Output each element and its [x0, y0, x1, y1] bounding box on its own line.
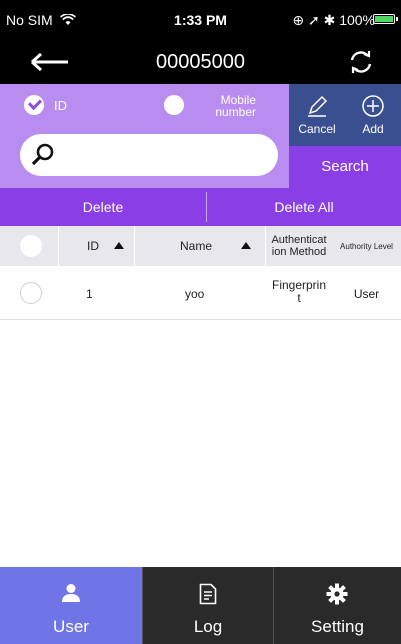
cancel-button[interactable]: Cancel — [289, 84, 345, 146]
tab-log-label: Log — [193, 617, 223, 636]
refresh-button[interactable] — [347, 48, 375, 76]
search-type-selector: ID Mobile number — [0, 84, 289, 126]
sort-arrow-icon — [114, 242, 124, 249]
radio-mobile-number[interactable] — [164, 95, 184, 115]
search-button[interactable]: Search — [289, 146, 401, 188]
column-header-authority-level[interactable]: Authority Level — [332, 226, 401, 266]
cancel-label: Cancel — [298, 122, 336, 136]
row-name: yoo — [185, 287, 205, 301]
column-id-label: ID — [87, 239, 99, 253]
plus-circle-icon — [362, 95, 384, 117]
battery-icon — [373, 14, 395, 24]
row-id: 1 — [86, 287, 93, 301]
screen: No SIM 1:33 PM ⊕ ➚ ✱ 100% 00005000 ID Mo… — [0, 0, 401, 644]
action-panel: Cancel Add — [289, 84, 401, 146]
row-authority-level: User — [353, 287, 380, 301]
column-name-label: Name — [180, 239, 213, 253]
delete-bar: Delete Delete All — [0, 188, 401, 226]
status-right: ⊕ ➚ ✱ 100% — [292, 12, 375, 29]
column-header-id[interactable]: ID — [59, 226, 134, 266]
tab-log[interactable]: Log — [143, 567, 273, 644]
bluetooth-icon: ✱ — [323, 12, 336, 28]
authority-level-header: Authority Level — [340, 242, 393, 251]
row-auth-method: Fingerprin t — [266, 279, 332, 305]
search-input[interactable] — [64, 142, 264, 168]
search-panel: ID Mobile number — [0, 84, 289, 188]
lock-rotation-icon: ⊕ — [292, 12, 305, 28]
tab-user[interactable]: User — [0, 567, 142, 644]
search-icon — [31, 143, 54, 166]
tab-setting-label: Setting — [311, 617, 364, 636]
document-icon — [199, 583, 217, 605]
tab-bar: User Log Setting — [0, 567, 401, 644]
row-checkbox[interactable] — [20, 282, 42, 304]
radio-id[interactable] — [24, 95, 44, 115]
table-row[interactable]: 1 yoo Fingerprin t User — [0, 266, 401, 320]
refresh-icon — [350, 51, 372, 73]
battery-percent: 100% — [339, 12, 375, 28]
sort-arrow-icon — [241, 242, 251, 249]
table-header: ID Name Authenticat ion Method Authority… — [0, 226, 401, 266]
gear-icon — [326, 583, 348, 605]
mobile-label-line2: number — [215, 105, 256, 119]
column-header-name[interactable]: Name — [135, 226, 265, 266]
radio-mobile-label: Mobile number — [196, 94, 256, 118]
tab-setting[interactable]: Setting — [274, 567, 401, 644]
radio-id-label: ID — [54, 98, 67, 113]
page-title: 00005000 — [156, 51, 245, 73]
user-icon — [62, 584, 80, 602]
row-auth-method-line2: t — [297, 291, 301, 305]
add-button[interactable]: Add — [345, 84, 401, 146]
delete-all-button[interactable]: Delete All — [207, 188, 401, 226]
pencil-icon — [308, 95, 328, 117]
tab-user-label: User — [53, 617, 89, 636]
nav-bar: 00005000 — [0, 40, 401, 84]
column-header-auth-method[interactable]: Authenticat ion Method — [266, 226, 332, 266]
status-bar: No SIM 1:33 PM ⊕ ➚ ✱ 100% — [0, 0, 401, 40]
auth-method-header: Authenticat ion Method — [266, 234, 332, 258]
add-label: Add — [362, 122, 384, 136]
delete-button[interactable]: Delete — [0, 188, 206, 226]
auth-method-header-line2: ion Method — [271, 246, 327, 258]
location-icon: ➚ — [307, 12, 320, 28]
search-box — [20, 134, 278, 176]
auth-method-header-line1: Authenticat — [271, 234, 327, 246]
select-all-checkbox[interactable] — [20, 235, 42, 257]
battery-tip — [396, 17, 398, 21]
